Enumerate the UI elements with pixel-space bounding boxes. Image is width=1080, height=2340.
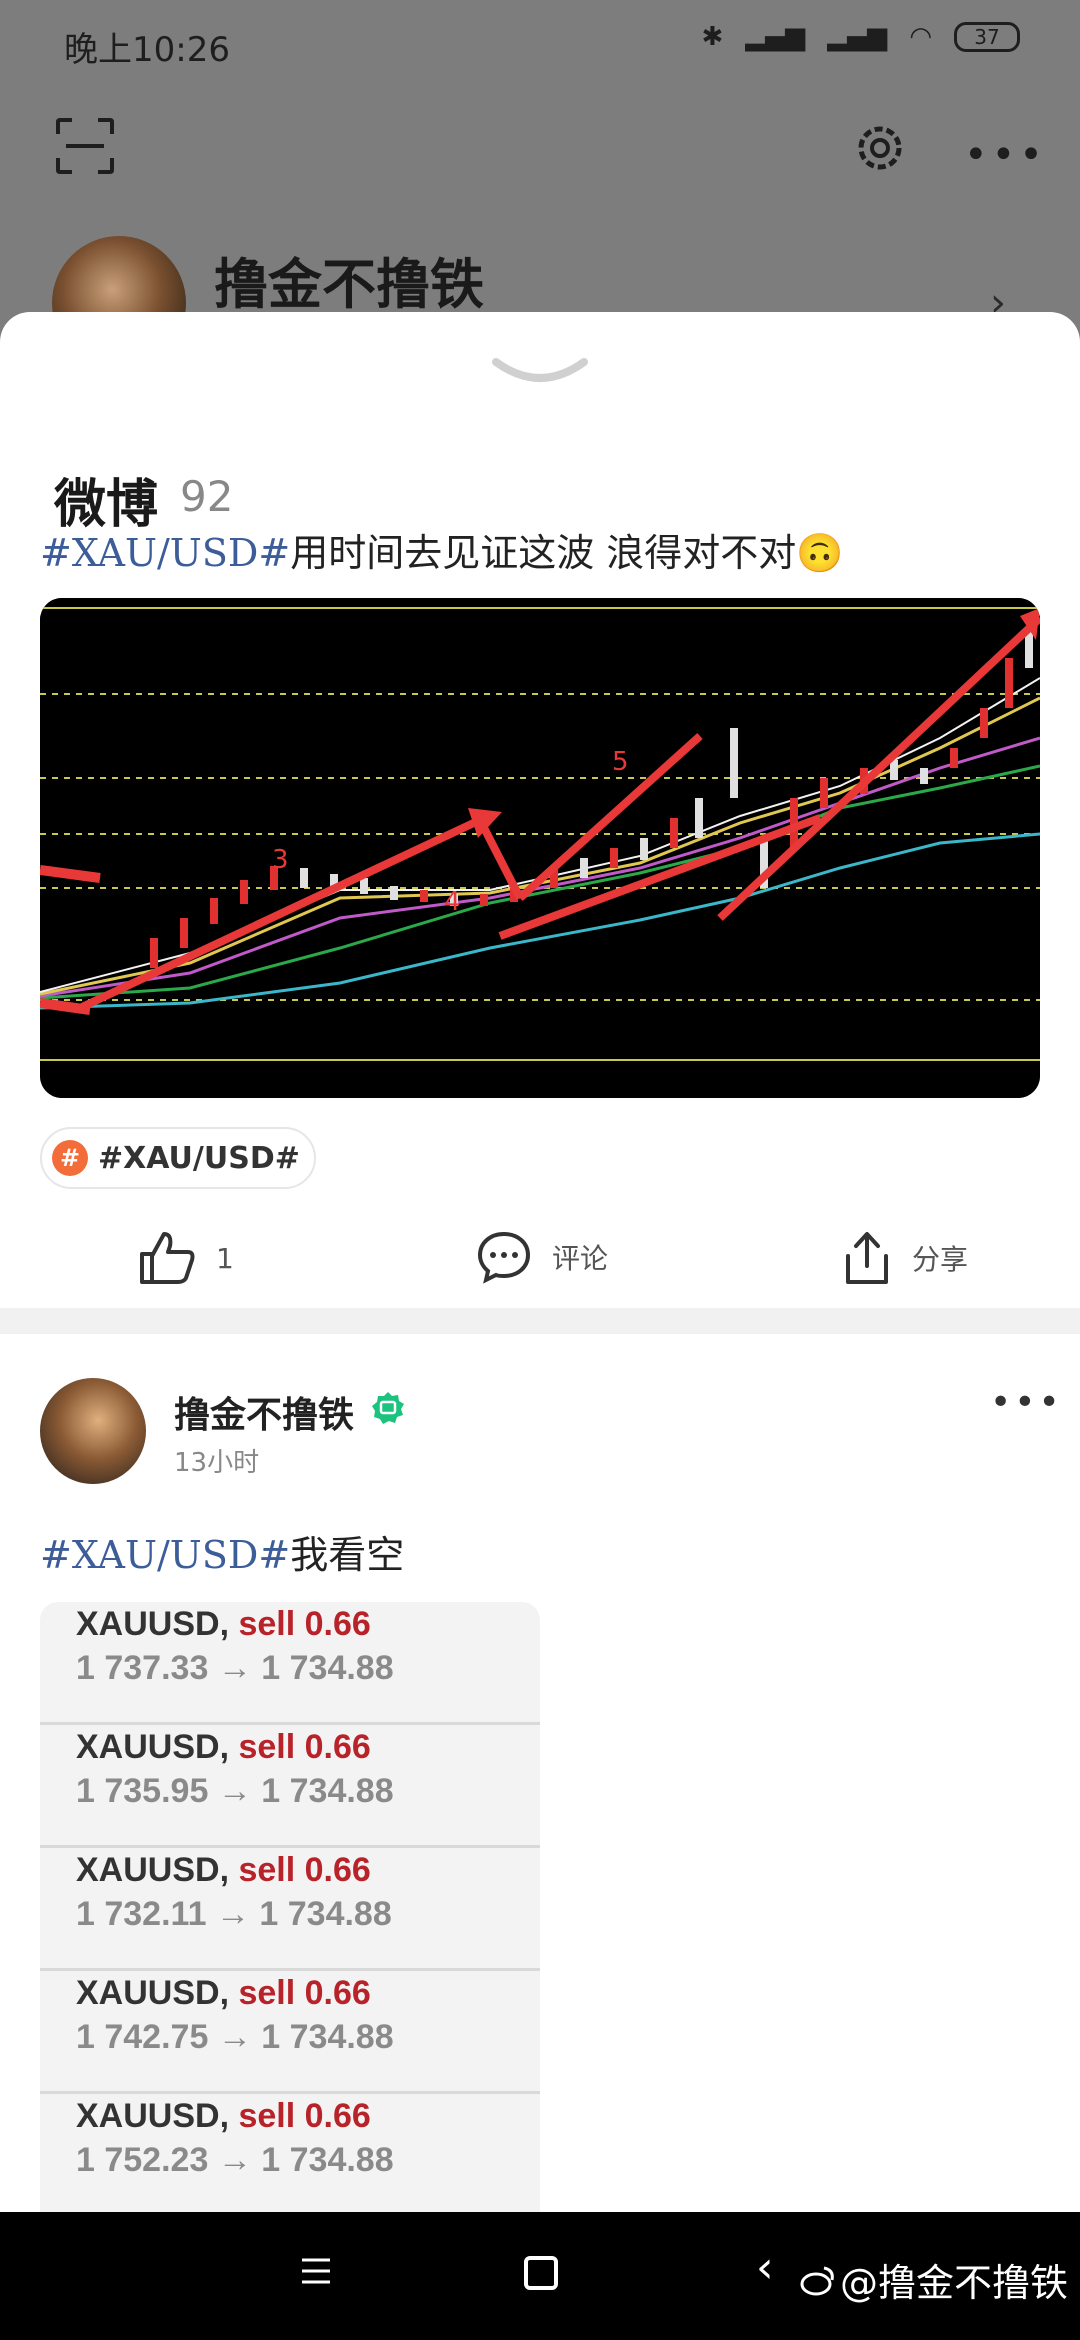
arrow-icon: → [217, 2018, 252, 2056]
thumbs-up-icon [140, 1232, 195, 1284]
back-icon[interactable]: ‹ [756, 2242, 774, 2293]
status-icons: ✱ ▂▄▆ ▂▄▆ ◠ 37 [702, 22, 1020, 52]
arrow-icon: → [217, 1772, 252, 1810]
arrow-icon: → [217, 2141, 252, 2179]
bluetooth-icon: ✱ [701, 22, 724, 52]
status-time: 晚上10:26 [64, 30, 230, 70]
wave-label-3: 3 [272, 845, 289, 875]
weibo-sheet: 微博 92 #XAU/USD#用时间去见证这波 浪得对不对🙃 3 4 5 # #… [0, 312, 1080, 2212]
share-label: 分享 [912, 1243, 969, 1276]
like-count: 1 [216, 1241, 234, 1275]
trade-close-price: 1 734.88 [261, 2018, 394, 2056]
comment-bubble-icon [477, 1231, 531, 1284]
trade-open-price: 1 732.11 [76, 1895, 207, 1933]
post-chart-image[interactable]: 3 4 5 [40, 598, 1040, 1098]
post-text[interactable]: #XAU/USD#用时间去见证这波 浪得对不对🙃 [40, 522, 844, 577]
share-icon [846, 1232, 888, 1284]
trade-open-price: 1 737.33 [76, 1649, 209, 1687]
post-text[interactable]: #XAU/USD#我看空 [40, 1524, 404, 1579]
post-hashtag-link[interactable]: #XAU/USD# [40, 1533, 290, 1577]
wifi-icon: ◠ [909, 22, 932, 52]
trade-symbol: XAUUSD, [76, 2097, 230, 2135]
weibo-watermark: @撸金不撸铁 [800, 2252, 1068, 2307]
post-more-icon[interactable]: ••• [990, 1382, 1063, 1423]
trade-close-price: 1 734.88 [261, 1649, 394, 1687]
trade-symbol: XAUUSD, [76, 1728, 230, 1766]
profile-name: 撸金不撸铁 [214, 253, 484, 316]
battery-icon: 37 [954, 22, 1020, 52]
trade-symbol: XAUUSD, [76, 1974, 230, 2012]
trade-close-price: 1 734.88 [259, 1895, 392, 1933]
trade-side: sell 0.66 [238, 1974, 371, 2012]
trade-side: sell 0.66 [238, 2097, 371, 2135]
candlestick-chart: 3 4 5 [40, 598, 1040, 1098]
post-hashtag-link[interactable]: #XAU/USD# [40, 531, 290, 575]
background-profile-page: 晚上10:26 ✱ ▂▄▆ ▂▄▆ ◠ 37 ••• 撸金不撸铁 › [0, 0, 1080, 370]
post-action-bar: 1 评论 分享 [0, 1212, 1080, 1308]
post-time: 13小时 [174, 1448, 260, 1478]
settings-gear-icon[interactable] [850, 118, 910, 178]
post-body: 我看空 [290, 1533, 405, 1577]
topic-chip[interactable]: # #XAU/USD# [40, 1127, 316, 1189]
topic-chip-label: #XAU/USD# [98, 1140, 300, 1176]
upside-down-face-emoji: 🙃 [796, 531, 844, 575]
section-count: 92 [180, 472, 234, 521]
verified-badge-icon [372, 1392, 404, 1424]
weibo-post-1: 微博 92 #XAU/USD#用时间去见证这波 浪得对不对🙃 3 4 5 # #… [0, 312, 1080, 1308]
trade-row: XAUUSD, sell 0.66 1 752.23 → 1 734.88 [40, 2094, 540, 2212]
topic-hash-icon: # [52, 1140, 88, 1176]
signal-hd-icon: ▂▄▆ [827, 22, 888, 52]
more-options-icon[interactable]: ••• [964, 132, 1047, 178]
signal-icon: ▂▄▆ [745, 22, 806, 52]
post-divider [0, 1308, 1080, 1334]
author-name[interactable]: 撸金不撸铁 [174, 1386, 354, 1438]
watermark-text: @撸金不撸铁 [840, 2261, 1069, 2305]
trade-row: XAUUSD, sell 0.66 1 732.11 → 1 734.88 [40, 1848, 540, 1971]
wave-label-5: 5 [612, 747, 629, 777]
trade-symbol: XAUUSD, [76, 1851, 230, 1889]
trade-open-price: 1 742.75 [76, 2018, 209, 2056]
status-bar: 晚上10:26 ✱ ▂▄▆ ▂▄▆ ◠ 37 [0, 0, 1080, 90]
trade-side: sell 0.66 [238, 1728, 371, 1766]
recent-apps-icon[interactable] [300, 2256, 332, 2286]
trade-side: sell 0.66 [238, 1605, 371, 1643]
share-button[interactable]: 分享 [842, 1230, 968, 1286]
trade-open-price: 1 752.23 [76, 2141, 209, 2179]
like-button[interactable]: 1 [138, 1230, 234, 1286]
trade-symbol: XAUUSD, [76, 1605, 230, 1643]
trade-row: XAUUSD, sell 0.66 1 742.75 → 1 734.88 [40, 1971, 540, 2094]
trade-open-price: 1 735.95 [76, 1772, 209, 1810]
trade-close-price: 1 734.88 [261, 2141, 394, 2179]
trade-list-image[interactable]: XAUUSD, sell 0.66 1 737.33 → 1 734.88 XA… [40, 1602, 540, 2212]
system-nav-bar: ‹ @撸金不撸铁 [0, 2212, 1080, 2340]
weibo-post-2: 撸金不撸铁 13小时 ••• #XAU/USD#我看空 XAUUSD, sell… [0, 1334, 1080, 2212]
weibo-logo-icon [800, 2266, 834, 2295]
arrow-icon: → [215, 1895, 250, 1933]
trade-row: XAUUSD, sell 0.66 1 735.95 → 1 734.88 [40, 1725, 540, 1848]
trade-row: XAUUSD, sell 0.66 1 737.33 → 1 734.88 [40, 1602, 540, 1725]
post-body: 用时间去见证这波 浪得对不对 [290, 531, 797, 575]
comment-label: 评论 [552, 1242, 609, 1275]
wave-label-4: 4 [444, 887, 461, 917]
trade-side: sell 0.66 [238, 1851, 371, 1889]
arrow-icon: → [217, 1649, 252, 1687]
home-icon[interactable] [524, 2256, 558, 2290]
comment-button[interactable]: 评论 [476, 1230, 608, 1284]
scan-icon[interactable] [56, 118, 114, 174]
trade-close-price: 1 734.88 [261, 1772, 394, 1810]
author-avatar[interactable] [40, 1378, 146, 1484]
